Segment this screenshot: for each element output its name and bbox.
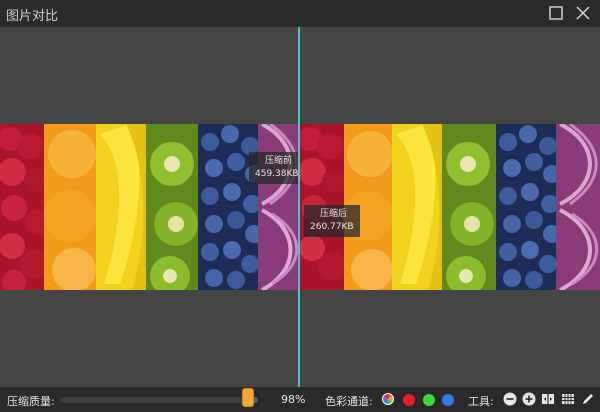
after-size: 260.77KB — [310, 222, 354, 232]
pen-button[interactable] — [581, 392, 595, 406]
actual-size-icon — [542, 394, 554, 404]
grid-icon — [562, 394, 574, 404]
channel-green-button[interactable] — [423, 394, 435, 406]
zoom-out-button[interactable] — [503, 392, 517, 406]
bottom-toolbar: 压缩质量: 98% 色彩通道: 工具: — [0, 387, 600, 412]
channel-all-icon[interactable] — [382, 393, 394, 405]
maximize-button[interactable] — [547, 4, 565, 22]
tools-label: 工具: — [468, 395, 494, 408]
before-label: 压缩前 — [265, 156, 293, 166]
maximize-icon — [549, 6, 563, 20]
quality-slider-fill — [60, 397, 255, 403]
pen-icon — [583, 394, 593, 404]
before-size: 459.38KB — [255, 169, 299, 179]
quality-label: 压缩质量: — [7, 395, 55, 408]
quality-value: 98% — [281, 393, 306, 406]
after-pane[interactable]: 压缩后 260.77KB — [300, 27, 600, 387]
channel-label: 色彩通道: — [325, 395, 373, 408]
before-size-box: 压缩前 459.38KB — [249, 152, 305, 184]
zoom-out-icon — [503, 392, 517, 406]
before-image — [0, 124, 298, 290]
quality-slider-thumb[interactable] — [242, 388, 255, 407]
grid-button[interactable] — [561, 392, 575, 406]
channel-red-button[interactable] — [403, 394, 415, 406]
window-title: 图片对比 — [6, 9, 59, 24]
actual-size-button[interactable] — [541, 392, 555, 406]
quality-slider[interactable] — [60, 397, 258, 403]
title-bar: 图片对比 — [0, 0, 600, 27]
after-label: 压缩后 — [320, 209, 348, 219]
close-icon — [576, 6, 590, 20]
zoom-in-button[interactable] — [522, 392, 536, 406]
close-button[interactable] — [574, 4, 592, 22]
zoom-in-icon — [522, 392, 536, 406]
channel-blue-button[interactable] — [442, 394, 454, 406]
before-pane[interactable]: 压缩前 459.38KB — [0, 27, 305, 387]
after-size-box: 压缩后 260.77KB — [304, 205, 360, 237]
